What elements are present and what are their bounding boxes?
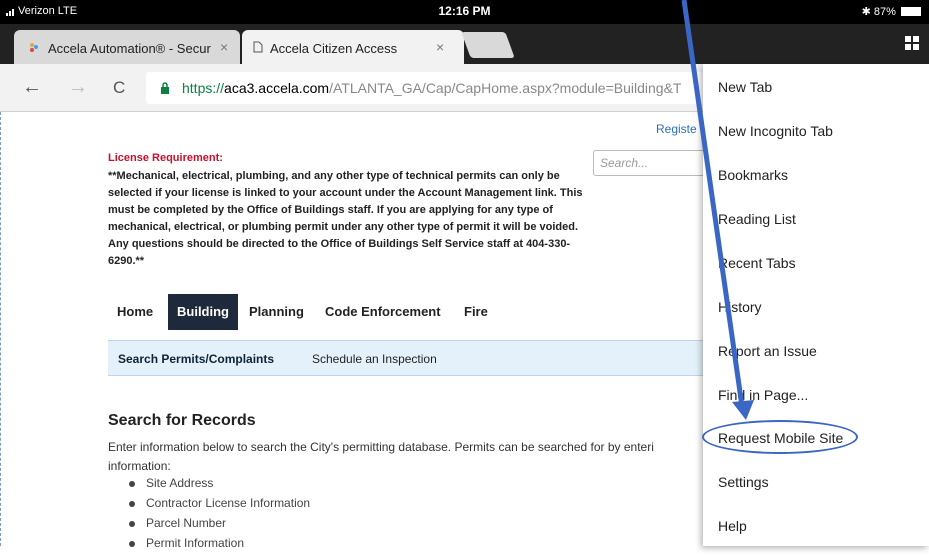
list-item: Permit Information bbox=[129, 536, 310, 556]
menu-item-history[interactable]: History bbox=[718, 299, 762, 315]
highlight-oval bbox=[702, 420, 858, 454]
close-tab-icon[interactable]: × bbox=[436, 39, 444, 55]
tab-title: Accela Automation® - Secur bbox=[48, 41, 211, 56]
menu-item-bookmarks[interactable]: Bookmarks bbox=[718, 167, 788, 183]
lock-icon bbox=[161, 82, 169, 94]
search-records-description: Enter information below to search the Ci… bbox=[108, 440, 654, 473]
nav-planning[interactable]: Planning bbox=[240, 294, 313, 330]
reload-button[interactable]: C bbox=[113, 78, 125, 98]
url-bar[interactable]: https://aca3.accela.com/ATLANTA_GA/Cap/C… bbox=[146, 72, 706, 104]
nav-code-enforcement[interactable]: Code Enforcement bbox=[316, 294, 450, 330]
menu-item-new-incognito-tab[interactable]: New Incognito Tab bbox=[718, 123, 833, 139]
list-item: Contractor License Information bbox=[129, 496, 310, 516]
tab-accela-automation[interactable]: Accela Automation® - Secur × bbox=[14, 30, 240, 64]
list-item: Site Address bbox=[129, 476, 310, 496]
url-path: /ATLANTA_GA/Cap/CapHome.aspx?module=Buil… bbox=[329, 80, 682, 96]
nav-building[interactable]: Building bbox=[168, 294, 238, 330]
sub-nav: Search Permits/Complaints Schedule an In… bbox=[108, 340, 708, 376]
tab-accela-citizen-access[interactable]: Accela Citizen Access × bbox=[242, 30, 464, 64]
menu-item-settings[interactable]: Settings bbox=[718, 474, 769, 490]
list-item: Parcel Number bbox=[129, 516, 310, 536]
page-icon bbox=[253, 41, 263, 53]
nav-home[interactable]: Home bbox=[108, 294, 162, 330]
license-requirement-title: License Requirement: bbox=[108, 152, 223, 164]
forward-button[interactable]: → bbox=[68, 76, 88, 99]
search-records-title: Search for Records bbox=[108, 412, 256, 429]
accela-favicon-icon bbox=[30, 43, 38, 52]
new-tab-button[interactable] bbox=[461, 32, 515, 58]
menu-item-find-in-page[interactable]: Find in Page... bbox=[718, 387, 808, 403]
clock: 12:16 PM bbox=[438, 4, 491, 18]
menu-item-help[interactable]: Help bbox=[718, 518, 747, 534]
search-criteria-list: Site Address Contractor License Informat… bbox=[129, 476, 310, 556]
subnav-schedule-inspection[interactable]: Schedule an Inspection bbox=[312, 352, 437, 366]
license-requirement-text: **Mechanical, electrical, plumbing, and … bbox=[108, 170, 583, 267]
battery-status: ✱ 87% bbox=[862, 5, 921, 18]
url-scheme: https:// bbox=[182, 80, 225, 96]
status-bar: Verizon LTE 12:16 PM ✱ 87% bbox=[0, 0, 929, 24]
tab-strip: Accela Automation® - Secur × Accela Citi… bbox=[0, 24, 929, 64]
close-tab-icon[interactable]: × bbox=[220, 39, 228, 55]
battery-icon bbox=[901, 7, 921, 16]
menu-item-new-tab[interactable]: New Tab bbox=[718, 79, 772, 95]
subnav-search-permits[interactable]: Search Permits/Complaints bbox=[118, 352, 274, 366]
menu-item-recent-tabs[interactable]: Recent Tabs bbox=[718, 255, 796, 271]
url-host: aca3.accela.com bbox=[224, 80, 330, 96]
battery-label: ✱ 87% bbox=[861, 6, 896, 18]
register-link[interactable]: Registe bbox=[656, 122, 697, 136]
back-button[interactable]: ← bbox=[22, 76, 42, 99]
tab-switcher-icon[interactable] bbox=[905, 36, 919, 50]
menu-item-reading-list[interactable]: Reading List bbox=[718, 211, 796, 227]
overflow-menu: New Tab New Incognito Tab Bookmarks Read… bbox=[703, 64, 929, 546]
nav-fire[interactable]: Fire bbox=[455, 294, 497, 330]
tab-title: Accela Citizen Access bbox=[270, 41, 398, 56]
menu-item-report-issue[interactable]: Report an Issue bbox=[718, 343, 817, 359]
